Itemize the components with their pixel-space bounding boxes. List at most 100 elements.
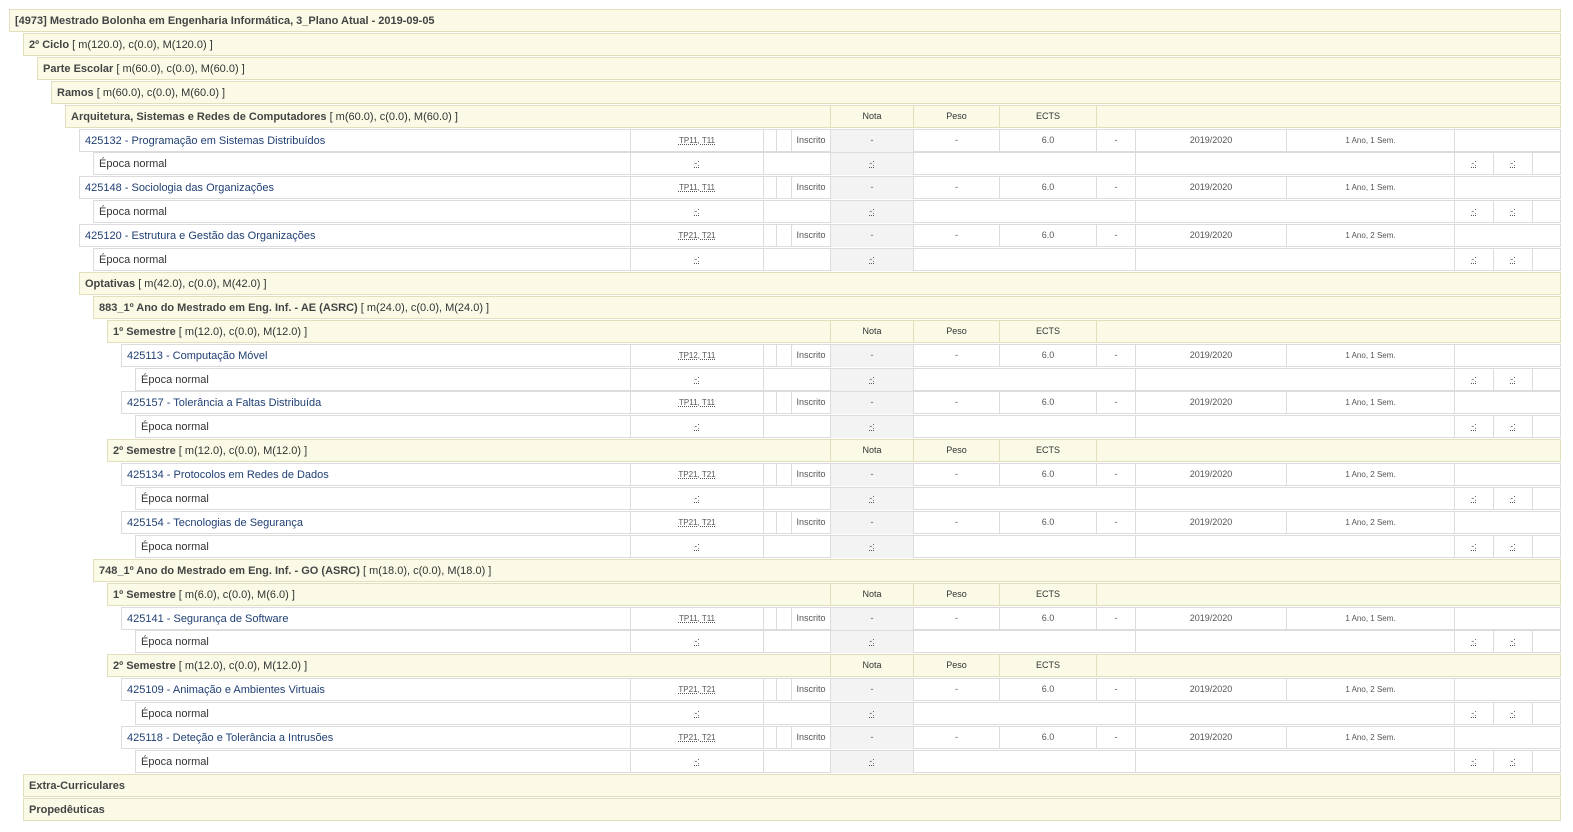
- group-label[interactable]: 1º Semestre [ m(6.0), c(0.0), M(6.0) ]: [113, 584, 295, 606]
- epoca-link-1-text[interactable]: -:: [694, 708, 700, 718]
- turmas-link[interactable]: TP11, T11: [630, 607, 763, 630]
- epoca-link-3-text[interactable]: -:: [1471, 158, 1477, 168]
- epoca-link-2-text[interactable]: -:: [869, 254, 875, 264]
- epoca-link-2-text[interactable]: -:: [869, 158, 875, 168]
- epoca-link-4-text[interactable]: -:: [1510, 756, 1516, 766]
- epoca-link-1-text[interactable]: -:: [694, 756, 700, 766]
- epoca-link-1-text[interactable]: -:: [694, 254, 700, 264]
- turmas-link-text[interactable]: TP11, T11: [679, 136, 715, 145]
- epoca-link-1[interactable]: -:: [630, 750, 763, 773]
- group-name[interactable]: Optativas: [85, 278, 135, 290]
- group-name[interactable]: 1º Semestre: [113, 326, 176, 338]
- course-link[interactable]: 425141 - Segurança de Software: [127, 608, 288, 630]
- epoca-link-3[interactable]: -:: [1454, 631, 1493, 654]
- epoca-link-3[interactable]: -:: [1454, 488, 1493, 510]
- turmas-link-text[interactable]: TP11, T11: [679, 398, 715, 407]
- epoca-link-4-text[interactable]: -:: [1510, 374, 1516, 384]
- turmas-link-text[interactable]: TP12, T11: [679, 351, 716, 360]
- epoca-link-1[interactable]: -:: [630, 703, 763, 726]
- epoca-link-2[interactable]: -:: [830, 153, 913, 176]
- turmas-link[interactable]: TP11, T11: [630, 392, 763, 415]
- group-label[interactable]: 748_1º Ano do Mestrado em Eng. Inf. - GO…: [99, 560, 491, 582]
- course-link[interactable]: 425134 - Protocolos em Redes de Dados: [127, 464, 329, 486]
- turmas-link[interactable]: TP11, T11: [630, 129, 763, 152]
- group-label[interactable]: 2º Ciclo [ m(120.0), c(0.0), M(120.0) ]: [29, 34, 213, 56]
- group-name[interactable]: Parte Escolar: [43, 63, 113, 75]
- group-label[interactable]: Extra-Curriculares: [29, 775, 125, 797]
- epoca-link-4-text[interactable]: -:: [1510, 708, 1516, 718]
- epoca-link-4[interactable]: -:: [1493, 416, 1532, 439]
- group-label[interactable]: 1º Semestre [ m(12.0), c(0.0), M(12.0) ]: [113, 321, 307, 343]
- epoca-link-2[interactable]: -:: [830, 368, 913, 391]
- group-label[interactable]: Parte Escolar [ m(60.0), c(0.0), M(60.0)…: [43, 58, 245, 80]
- epoca-link-4[interactable]: -:: [1493, 249, 1532, 271]
- turmas-link[interactable]: TP21, T21: [630, 511, 763, 534]
- epoca-link-1[interactable]: -:: [630, 631, 763, 654]
- epoca-link-3[interactable]: -:: [1454, 416, 1493, 439]
- epoca-link-1-text[interactable]: -:: [694, 421, 700, 431]
- turmas-link-text[interactable]: TP11, T11: [679, 614, 715, 623]
- epoca-link-2-text[interactable]: -:: [869, 756, 875, 766]
- epoca-link-2-text[interactable]: -:: [869, 421, 875, 431]
- group-name[interactable]: [4973] Mestrado Bolonha em Engenharia In…: [15, 15, 435, 27]
- epoca-link-3-text[interactable]: -:: [1471, 636, 1477, 646]
- epoca-link-3[interactable]: -:: [1454, 249, 1493, 271]
- epoca-link-2[interactable]: -:: [830, 703, 913, 726]
- epoca-link-4[interactable]: -:: [1493, 750, 1532, 773]
- turmas-link[interactable]: TP21, T21: [630, 727, 763, 749]
- turmas-link[interactable]: TP11, T11: [630, 177, 763, 200]
- epoca-link-4-text[interactable]: -:: [1510, 206, 1516, 216]
- turmas-link-text[interactable]: TP11, T11: [679, 183, 715, 192]
- epoca-link-1[interactable]: -:: [630, 368, 763, 391]
- epoca-link-1[interactable]: -:: [630, 488, 763, 510]
- epoca-link-1[interactable]: -:: [630, 535, 763, 558]
- epoca-link-2[interactable]: -:: [830, 201, 913, 224]
- epoca-link-3[interactable]: -:: [1454, 153, 1493, 176]
- epoca-link-4[interactable]: -:: [1493, 153, 1532, 176]
- epoca-link-4[interactable]: -:: [1493, 631, 1532, 654]
- group-name[interactable]: 748_1º Ano do Mestrado em Eng. Inf. - GO…: [99, 565, 360, 577]
- epoca-link-4-text[interactable]: -:: [1510, 636, 1516, 646]
- epoca-link-4[interactable]: -:: [1493, 703, 1532, 726]
- epoca-link-1-text[interactable]: -:: [694, 493, 700, 503]
- turmas-link[interactable]: TP21, T21: [630, 225, 763, 248]
- epoca-link-2-text[interactable]: -:: [869, 374, 875, 384]
- epoca-link-4[interactable]: -:: [1493, 488, 1532, 510]
- epoca-link-3-text[interactable]: -:: [1471, 708, 1477, 718]
- epoca-link-4-text[interactable]: -:: [1510, 421, 1516, 431]
- epoca-link-2-text[interactable]: -:: [869, 541, 875, 551]
- course-link[interactable]: 425154 - Tecnologias de Segurança: [127, 512, 303, 534]
- turmas-link-text[interactable]: TP21, T21: [678, 470, 715, 479]
- epoca-link-3[interactable]: -:: [1454, 201, 1493, 224]
- epoca-link-2-text[interactable]: -:: [869, 708, 875, 718]
- epoca-link-2[interactable]: -:: [830, 488, 913, 510]
- epoca-link-1-text[interactable]: -:: [694, 636, 700, 646]
- turmas-link-text[interactable]: TP21, T21: [678, 685, 715, 694]
- course-link[interactable]: 425132 - Programação em Sistemas Distrib…: [85, 130, 325, 152]
- turmas-link-text[interactable]: TP21, T21: [678, 733, 715, 742]
- course-link[interactable]: 425148 - Sociologia das Organizações: [85, 177, 274, 199]
- epoca-link-3[interactable]: -:: [1454, 535, 1493, 558]
- epoca-link-3-text[interactable]: -:: [1471, 421, 1477, 431]
- epoca-link-1-text[interactable]: -:: [694, 374, 700, 384]
- epoca-link-1[interactable]: -:: [630, 153, 763, 176]
- epoca-link-1[interactable]: -:: [630, 249, 763, 271]
- turmas-link-text[interactable]: TP21, T21: [678, 231, 715, 240]
- group-name[interactable]: 2º Semestre: [113, 660, 176, 672]
- group-name[interactable]: Arquitetura, Sistemas e Redes de Computa…: [71, 111, 327, 123]
- group-name[interactable]: 883_1º Ano do Mestrado em Eng. Inf. - AE…: [99, 302, 358, 314]
- group-name[interactable]: Ramos: [57, 87, 94, 99]
- course-link[interactable]: 425109 - Animação e Ambientes Virtuais: [127, 679, 325, 701]
- epoca-link-3-text[interactable]: -:: [1471, 254, 1477, 264]
- epoca-link-1-text[interactable]: -:: [694, 541, 700, 551]
- epoca-link-3-text[interactable]: -:: [1471, 374, 1477, 384]
- epoca-link-2[interactable]: -:: [830, 535, 913, 558]
- group-name[interactable]: Extra-Curriculares: [29, 780, 125, 792]
- group-name[interactable]: 1º Semestre: [113, 589, 176, 601]
- epoca-link-1-text[interactable]: -:: [694, 206, 700, 216]
- epoca-link-2[interactable]: -:: [830, 416, 913, 439]
- epoca-link-2-text[interactable]: -:: [869, 636, 875, 646]
- group-label[interactable]: Optativas [ m(42.0), c(0.0), M(42.0) ]: [85, 273, 267, 295]
- epoca-link-3-text[interactable]: -:: [1471, 756, 1477, 766]
- epoca-link-1[interactable]: -:: [630, 201, 763, 224]
